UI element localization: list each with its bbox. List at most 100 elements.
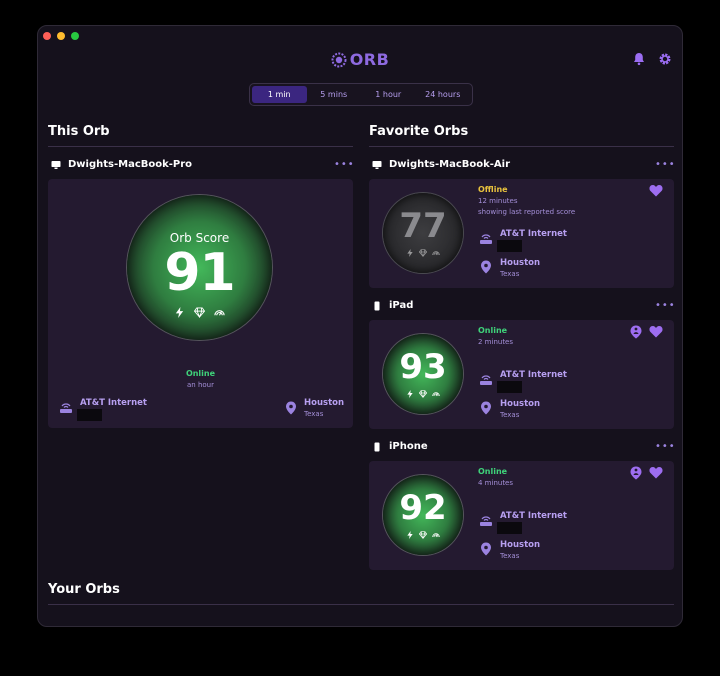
status-badge: Online [185,369,216,378]
isp-name: AT&T Internet [500,511,567,521]
city-name: Houston [500,258,541,268]
region-name: Texas [304,410,324,418]
redacted-ip [497,381,522,393]
heart-icon[interactable] [649,184,663,197]
orb-score-value: 92 [399,488,447,528]
isp-name: AT&T Internet [500,229,567,239]
bolt-icon [406,249,414,257]
orb-score-ball: Orb Score 91 [127,195,272,340]
orb-metric-icons [127,307,272,318]
location-pin-icon [480,260,492,274]
this-orb-device-header: Dwights-MacBook-Pro [51,159,192,170]
bell-icon[interactable] [632,52,646,66]
status-badge: Offline [478,185,508,194]
orb-owner-badge-icon [630,325,642,339]
zoom-window-button[interactable] [71,32,79,40]
monitor-icon [372,160,382,170]
router-icon [479,232,493,246]
status-duration: 2 minutes [478,338,514,346]
gauge-icon [432,390,440,398]
favorite-device-header: iPad [372,300,413,311]
your-orbs-divider [48,604,674,605]
more-options-button[interactable]: ••• [655,441,676,452]
favorite-orbs-title: Favorite Orbs [369,124,469,139]
orb-owner-badge-icon [630,466,642,480]
orb-score-value: 93 [399,347,447,387]
time-range-5mins[interactable]: 5 mins [307,86,362,103]
city-name: Houston [304,398,345,408]
gauge-icon [214,307,225,318]
diamond-icon [419,390,427,398]
city-name: Houston [500,540,541,550]
location-pin-icon [480,542,492,556]
device-name: iPhone [389,441,428,452]
your-orbs-title: Your Orbs [48,582,120,597]
time-range-1hour[interactable]: 1 hour [361,86,416,103]
status-note: showing last reported score [478,208,576,216]
router-icon [59,401,73,415]
status-duration: 12 minutes [478,197,518,205]
region-name: Texas [500,270,520,278]
orb-metric-icons [383,531,463,539]
heart-icon[interactable] [649,325,663,338]
city-name: Houston [500,399,541,409]
orb-score-value: 77 [399,206,447,246]
monitor-icon [51,160,61,170]
orb-score-value: 91 [164,243,235,303]
close-window-button[interactable] [43,32,51,40]
status-badge: Online [478,326,508,335]
isp-name: AT&T Internet [500,370,567,380]
orb-score-ball: 77 [383,193,463,273]
heart-icon[interactable] [649,466,663,479]
this-orb-divider [48,146,353,147]
gear-icon[interactable] [658,52,672,66]
router-icon [479,373,493,387]
brand-name: ORB [349,50,390,69]
bolt-icon [174,307,185,318]
more-options-button[interactable]: ••• [655,300,676,311]
diamond-icon [419,531,427,539]
favorite-orb-card[interactable]: 93 Online 2 minutes AT&T Internet Housto… [369,320,674,429]
location-pin-icon [480,401,492,415]
redacted-ip [77,409,102,421]
orb-logo-icon [331,52,347,67]
bolt-icon [406,531,414,539]
time-range-24hours[interactable]: 24 hours [416,86,471,103]
diamond-icon [194,307,205,318]
window-controls [43,32,79,40]
brand-logo: ORB [38,50,682,69]
status-badge: Online [478,467,508,476]
orb-score-ball: 93 [383,334,463,414]
diamond-icon [419,249,427,257]
favorite-device-header: iPhone [372,441,428,452]
region-name: Texas [500,552,520,560]
location-pin-icon [285,401,297,415]
device-name: Dwights-MacBook-Pro [68,159,193,170]
minimize-window-button[interactable] [57,32,65,40]
phone-icon [372,442,382,452]
isp-name: AT&T Internet [80,398,147,408]
orb-metric-icons [383,390,463,398]
favorite-orb-card[interactable]: 92 Online 4 minutes AT&T Internet Housto… [369,461,674,570]
gauge-icon [432,531,440,539]
redacted-ip [497,240,522,252]
device-name: iPad [389,300,414,311]
orb-metric-icons [383,249,463,257]
time-range-1min[interactable]: 1 min [252,86,307,103]
device-name: Dwights-MacBook-Air [389,159,511,170]
redacted-ip [497,522,522,534]
bolt-icon [406,390,414,398]
more-options-button[interactable]: ••• [334,159,355,170]
time-range-selector: 1 min 5 mins 1 hour 24 hours [249,83,473,106]
favorite-orb-card[interactable]: 77 Offline 12 minutes showing last repor… [369,179,674,288]
favorite-orbs-divider [369,146,674,147]
app-window: ORB 1 min 5 mins 1 hour 24 hours This Or… [37,25,683,627]
status-duration: an hour [187,381,214,389]
more-options-button[interactable]: ••• [655,159,676,170]
router-icon [479,514,493,528]
status-duration: 4 minutes [478,479,514,487]
this-orb-card[interactable]: Orb Score 91 Online an hour AT&T Interne… [48,179,353,428]
orb-score-ball: 92 [383,475,463,555]
favorite-device-header: Dwights-MacBook-Air [372,159,510,170]
tablet-icon [372,301,382,311]
